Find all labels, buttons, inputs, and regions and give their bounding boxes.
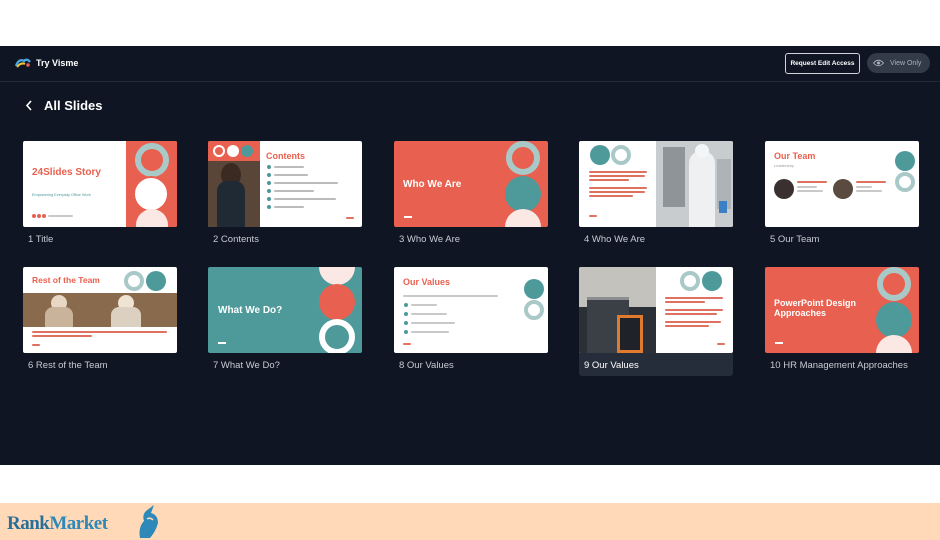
slide-label: 2 Contents	[213, 234, 259, 245]
slide-thumbnail[interactable]: What We Do?	[208, 267, 362, 353]
footer-banner: RankMarket	[0, 503, 940, 540]
slide-thumbnail[interactable]: Rest of the Team	[23, 267, 177, 353]
slide-card-8[interactable]: Our Values 8 Our Values	[394, 267, 548, 371]
slide-label: 8 Our Values	[399, 360, 454, 371]
visme-viewer: Try Visme Request Edit Access View Only …	[0, 46, 940, 465]
page-title: All Slides	[44, 98, 103, 113]
slide-thumbnail[interactable]: Who We Are	[394, 141, 548, 227]
logo-text-rank: Rank	[7, 513, 50, 534]
slide-card-5[interactable]: Our Team Leadership 5 Our Team	[765, 141, 919, 245]
slide-thumbnail[interactable]: PowerPoint Design Approaches	[765, 267, 919, 353]
slide-card-3[interactable]: Who We Are 3 Who We Are	[394, 141, 548, 245]
brand[interactable]: Try Visme	[15, 57, 78, 68]
slide-card-6[interactable]: Rest of the Team 6 Rest of the Team	[23, 267, 177, 371]
view-only-label: View Only	[890, 59, 922, 67]
slide-label: 9 Our Values	[584, 360, 639, 371]
app-bar: Try Visme Request Edit Access View Only	[0, 46, 940, 82]
slide-card-10[interactable]: PowerPoint Design Approaches 10 HR Manag…	[765, 267, 919, 371]
slide-title-text: Our Values	[403, 277, 451, 287]
slide-thumbnail[interactable]	[579, 267, 733, 353]
visme-logo-icon	[15, 58, 31, 68]
request-edit-access-button[interactable]: Request Edit Access	[785, 53, 860, 74]
slide-title-text: Rest of the Team	[32, 275, 100, 285]
slide-title-text: 24Slides Story	[32, 167, 101, 178]
slide-card-2[interactable]: Contents 2 Contents	[208, 141, 362, 245]
slide-thumbnail[interactable]: 24Slides Story Empowering Everyday Offic…	[23, 141, 177, 227]
slide-card-7[interactable]: What We Do? 7 What We Do?	[208, 267, 362, 371]
slide-label: 5 Our Team	[770, 234, 820, 245]
slide-thumbnail[interactable]: Our Values	[394, 267, 548, 353]
slide-card-9[interactable]: 9 Our Values	[579, 267, 733, 376]
slide-subtitle-text: Leadership	[774, 163, 794, 168]
slide-title-text: Our Team	[774, 151, 816, 161]
slide-thumbnail[interactable]: Our Team Leadership	[765, 141, 919, 227]
slide-thumbnail[interactable]: Contents	[208, 141, 362, 227]
slide-label: 7 What We Do?	[213, 360, 280, 371]
slide-subtitle-text: Empowering Everyday Office Work	[32, 193, 91, 197]
unicorn-logo-icon	[139, 505, 158, 538]
top-margin	[0, 0, 940, 46]
brand-name: Try Visme	[36, 57, 79, 68]
slide-label: 1 Title	[28, 234, 54, 245]
eye-icon	[873, 59, 884, 67]
page-heading: All Slides	[25, 98, 103, 113]
view-only-toggle[interactable]: View Only	[867, 53, 930, 73]
slide-title-text: What We Do?	[218, 305, 283, 316]
slide-card-4[interactable]: 4 Who We Are	[579, 141, 733, 245]
slide-label: 10 HR Management Approaches	[770, 360, 908, 371]
slide-thumbnail[interactable]	[579, 141, 733, 227]
logo-text-market: Market	[49, 513, 108, 534]
chevron-left-icon[interactable]	[25, 100, 33, 111]
slide-title-text: Who We Are	[403, 179, 462, 190]
slide-label: 3 Who We Are	[399, 234, 461, 245]
slide-label: 6 Rest of the Team	[28, 360, 108, 371]
slide-card-1[interactable]: 24Slides Story Empowering Everyday Offic…	[23, 141, 177, 245]
rankmarket-logo[interactable]: RankMarket	[7, 513, 108, 535]
slide-label: 4 Who We Are	[584, 234, 646, 245]
slide-title-text: PowerPoint Design Approaches	[774, 298, 857, 318]
slide-title-text: Contents	[266, 151, 305, 161]
